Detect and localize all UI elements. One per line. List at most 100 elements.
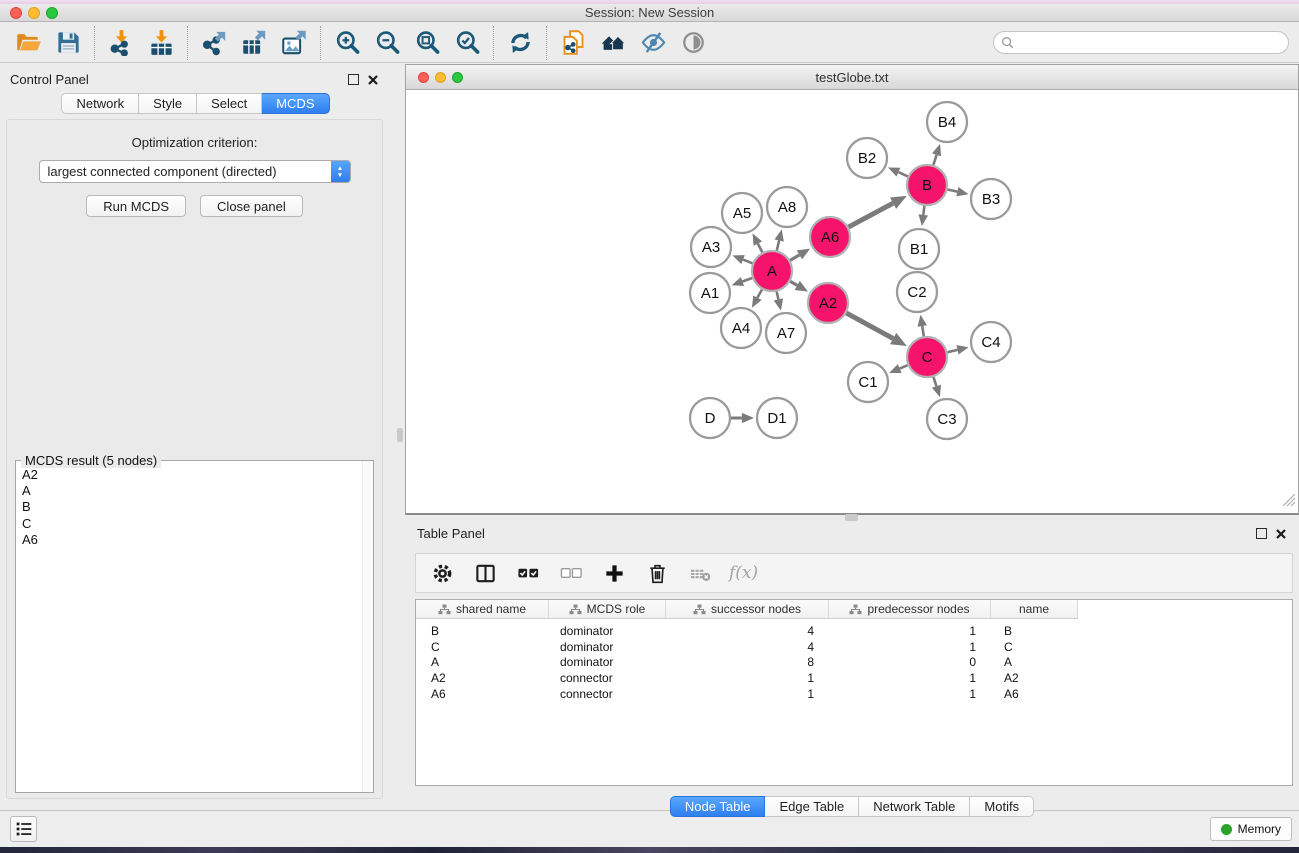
export-network-icon bbox=[201, 29, 228, 56]
result-item[interactable]: A6 bbox=[22, 532, 373, 548]
graph-node-A[interactable]: A bbox=[752, 251, 792, 291]
result-item[interactable]: A bbox=[22, 483, 373, 499]
column-header-shared-name[interactable]: shared name bbox=[416, 600, 549, 619]
result-scrollbar[interactable] bbox=[362, 461, 373, 792]
show-hidden-button[interactable] bbox=[677, 27, 709, 59]
graph-node-A5[interactable]: A5 bbox=[722, 193, 762, 233]
graph-node-B4[interactable]: B4 bbox=[927, 102, 967, 142]
graph-node-D[interactable]: D bbox=[690, 398, 730, 438]
tab-mcds[interactable]: MCDS bbox=[262, 93, 329, 114]
zoom-in-button[interactable] bbox=[331, 27, 363, 59]
show-welcome-screen-button[interactable] bbox=[597, 27, 629, 59]
graph-node-C4[interactable]: C4 bbox=[971, 322, 1011, 362]
delete-column-button[interactable] bbox=[643, 558, 671, 588]
trash-icon bbox=[646, 562, 669, 585]
graph-node-A8[interactable]: A8 bbox=[767, 187, 807, 227]
refresh-view-button[interactable] bbox=[504, 27, 536, 59]
table-row[interactable]: Cdominator41C bbox=[416, 639, 1292, 655]
export-table-button[interactable] bbox=[238, 27, 270, 59]
search-box[interactable] bbox=[993, 31, 1289, 54]
show-panels-button[interactable] bbox=[10, 816, 37, 842]
tab-motifs[interactable]: Motifs bbox=[970, 796, 1034, 817]
tab-node-table[interactable]: Node Table bbox=[670, 796, 766, 817]
criterion-dropdown[interactable]: largest connected component (directed) ▲… bbox=[39, 160, 351, 183]
memory-button[interactable]: Memory bbox=[1210, 817, 1292, 841]
graph-node-C3[interactable]: C3 bbox=[927, 399, 967, 439]
svg-text:B4: B4 bbox=[938, 114, 956, 131]
result-item[interactable]: C bbox=[22, 516, 373, 532]
tab-network-table[interactable]: Network Table bbox=[859, 796, 970, 817]
refresh-icon bbox=[507, 29, 534, 56]
import-table-button[interactable] bbox=[145, 27, 177, 59]
column-header-MCDS-role[interactable]: MCDS role bbox=[549, 600, 666, 619]
main-toolbar bbox=[0, 23, 1299, 63]
open-session-button[interactable] bbox=[12, 27, 44, 59]
graph-node-A1[interactable]: A1 bbox=[690, 273, 730, 313]
result-item[interactable]: A2 bbox=[22, 467, 373, 483]
table-row[interactable]: A6connector11A6 bbox=[416, 686, 1292, 702]
export-image-button[interactable] bbox=[278, 27, 310, 59]
save-session-button[interactable] bbox=[52, 27, 84, 59]
zoom-selected-button[interactable] bbox=[451, 27, 483, 59]
zoom-fit-button[interactable] bbox=[411, 27, 443, 59]
float-panel-icon[interactable] bbox=[348, 74, 359, 85]
graph-arrowhead bbox=[956, 345, 968, 354]
column-header-name[interactable]: name bbox=[991, 600, 1078, 619]
svg-text:A7: A7 bbox=[777, 325, 795, 342]
graph-node-A6[interactable]: A6 bbox=[810, 217, 850, 257]
tab-edge-table[interactable]: Edge Table bbox=[765, 796, 859, 817]
svg-text:A1: A1 bbox=[701, 285, 719, 302]
graph-node-B3[interactable]: B3 bbox=[971, 179, 1011, 219]
mcds-result-list[interactable]: A2ABCA6 bbox=[16, 461, 373, 548]
export-network-button[interactable] bbox=[198, 27, 230, 59]
delete-table-button[interactable] bbox=[686, 558, 714, 588]
table-settings-button[interactable] bbox=[428, 558, 456, 588]
function-builder-button[interactable]: f(x) bbox=[729, 563, 758, 583]
graph-node-C2[interactable]: C2 bbox=[897, 272, 937, 312]
close-panel-icon[interactable] bbox=[367, 74, 379, 86]
table-row[interactable]: Adominator80A bbox=[416, 655, 1292, 671]
tab-select[interactable]: Select bbox=[197, 93, 262, 114]
import-network-button[interactable] bbox=[105, 27, 137, 59]
deselect-all-columns-button[interactable] bbox=[557, 558, 585, 588]
column-header-predecessor-nodes[interactable]: predecessor nodes bbox=[829, 600, 991, 619]
resize-grip-icon[interactable] bbox=[1283, 494, 1296, 510]
hide-selected-button[interactable] bbox=[637, 27, 669, 59]
float-table-panel-icon[interactable] bbox=[1256, 528, 1267, 539]
run-mcds-button[interactable]: Run MCDS bbox=[86, 195, 186, 217]
zoom-selected-icon bbox=[454, 29, 481, 56]
network-canvas[interactable]: A A1 A2 A3 A4 A5 A6 A7 A8 B B1 B2 B3 B4 C C1 C2 C3C4 D D1 bbox=[406, 90, 1298, 512]
graph-edge-B-B1 bbox=[923, 206, 924, 215]
desktop-background-strip bbox=[0, 847, 1299, 853]
graph-node-B[interactable]: B bbox=[907, 165, 947, 205]
table-panel-drag-handle[interactable] bbox=[845, 514, 858, 521]
clone-network-button[interactable] bbox=[557, 27, 589, 59]
table-toolbar: f(x) bbox=[415, 553, 1293, 593]
table-row[interactable]: Bdominator41B bbox=[416, 623, 1292, 639]
close-table-panel-icon[interactable] bbox=[1275, 528, 1287, 540]
panel-splitter-handle[interactable] bbox=[397, 428, 403, 442]
tab-network[interactable]: Network bbox=[61, 93, 139, 114]
graph-node-A2[interactable]: A2 bbox=[808, 283, 848, 323]
select-all-columns-button[interactable] bbox=[514, 558, 542, 588]
graph-node-D1[interactable]: D1 bbox=[757, 398, 797, 438]
graph-node-A4[interactable]: A4 bbox=[721, 308, 761, 348]
svg-text:A4: A4 bbox=[732, 320, 750, 337]
graph-node-A3[interactable]: A3 bbox=[691, 227, 731, 267]
svg-text:A2: A2 bbox=[819, 295, 837, 312]
zoom-out-button[interactable] bbox=[371, 27, 403, 59]
table-row[interactable]: A2connector11A2 bbox=[416, 670, 1292, 686]
create-column-button[interactable] bbox=[600, 558, 628, 588]
graph-node-B2[interactable]: B2 bbox=[847, 138, 887, 178]
network-window-titlebar[interactable]: testGlobe.txt bbox=[406, 65, 1298, 90]
column-header-successor-nodes[interactable]: successor nodes bbox=[666, 600, 829, 619]
graph-node-C[interactable]: C bbox=[907, 337, 947, 377]
show-column-panel-button[interactable] bbox=[471, 558, 499, 588]
close-panel-button[interactable]: Close panel bbox=[200, 195, 303, 217]
graph-node-C1[interactable]: C1 bbox=[848, 362, 888, 402]
tab-style[interactable]: Style bbox=[139, 93, 197, 114]
result-item[interactable]: B bbox=[22, 499, 373, 515]
graph-node-A7[interactable]: A7 bbox=[766, 313, 806, 353]
graph-node-B1[interactable]: B1 bbox=[899, 229, 939, 269]
search-input[interactable] bbox=[1018, 34, 1288, 52]
